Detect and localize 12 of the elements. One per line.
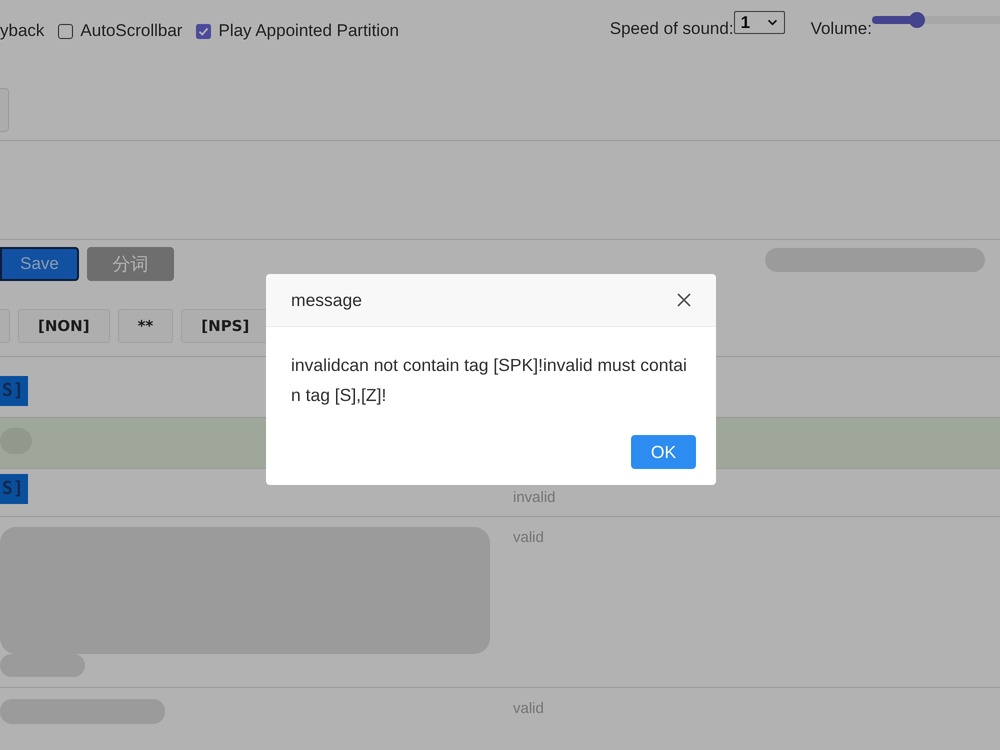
status-text: valid <box>513 700 544 718</box>
speed-label: Speed of sound: <box>610 19 734 39</box>
status-text: invalid <box>513 489 556 507</box>
playback-label: yback <box>0 21 44 41</box>
segment-tag: S] <box>0 376 28 406</box>
option-label: AutoScrollbar <box>80 21 182 41</box>
option-label: Play Appointed Partition <box>218 21 399 41</box>
dialog-message: invalidcan not contain tag [SPK]!invalid must contain tag [S],[Z]! <box>291 354 688 407</box>
segment-tag: S] <box>0 474 28 504</box>
dialog-title: message <box>291 290 362 310</box>
volume-label: Volume: <box>810 19 872 39</box>
status-text: valid <box>513 529 544 547</box>
